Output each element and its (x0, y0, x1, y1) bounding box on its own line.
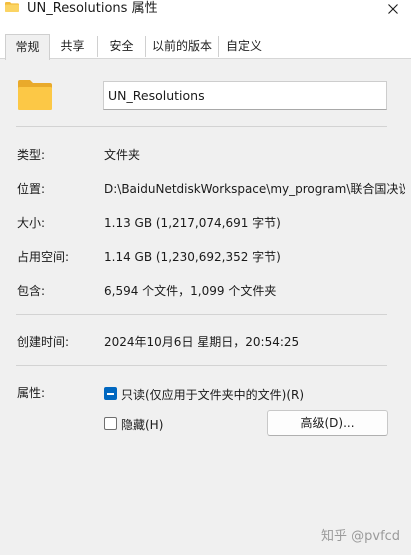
size-on-disk-value: 1.14 GB (1,230,692,352 字节) (104, 250, 281, 264)
type-value: 文件夹 (104, 148, 141, 162)
readonly-checkbox-label[interactable]: 只读(仅应用于文件夹中的文件)(R) (121, 386, 304, 403)
contains-label: 包含: (17, 284, 46, 298)
general-panel: 类型: 文件夹 位置: D:\BaiduNetdiskWorkspace\my_… (0, 59, 411, 555)
folder-icon (18, 80, 52, 110)
tab-security[interactable]: 安全 (97, 36, 145, 57)
divider (16, 126, 387, 127)
advanced-button[interactable]: 高级(D)... (267, 410, 388, 436)
created-value: 2024年10月6日 星期日，20:54:25 (104, 335, 300, 349)
size-value: 1.13 GB (1,217,074,691 字节) (104, 216, 281, 230)
folder-name-input[interactable] (103, 81, 387, 110)
size-label: 大小: (17, 216, 46, 230)
hidden-checkbox-label[interactable]: 隐藏(H) (121, 416, 163, 433)
window-title: UN_Resolutions 属性 (27, 1, 158, 16)
title-bar: UN_Resolutions 属性 (0, 0, 411, 34)
readonly-checkbox[interactable] (104, 387, 117, 400)
location-label: 位置: (17, 182, 46, 196)
watermark: 知乎 @pvfcd (321, 529, 401, 544)
attributes-label: 属性: (17, 386, 46, 400)
tab-previous-versions[interactable]: 以前的版本 (145, 36, 218, 57)
divider (16, 314, 387, 315)
close-button[interactable] (385, 1, 401, 17)
tab-general[interactable]: 常规 (5, 34, 50, 60)
tab-sharing[interactable]: 共享 (49, 36, 96, 57)
tab-customize[interactable]: 自定义 (218, 36, 269, 57)
created-label: 创建时间: (17, 335, 70, 349)
folder-icon (5, 2, 19, 12)
type-label: 类型: (17, 148, 46, 162)
tab-strip: 常规 共享 安全 以前的版本 自定义 (0, 34, 411, 60)
hidden-checkbox[interactable] (104, 417, 117, 430)
location-value[interactable]: D:\BaiduNetdiskWorkspace\my_program\联合国决… (104, 180, 405, 197)
close-icon (388, 4, 398, 14)
divider (16, 365, 387, 366)
size-on-disk-label: 占用空间: (17, 250, 70, 264)
contains-value: 6,594 个文件，1,099 个文件夹 (104, 284, 277, 298)
